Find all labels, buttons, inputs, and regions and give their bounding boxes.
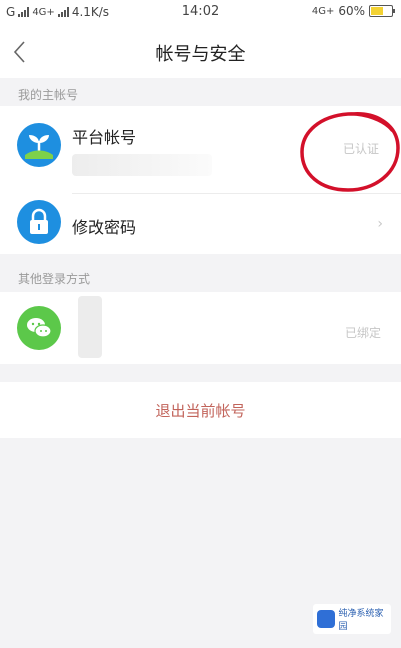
network-right-label: 4G+	[311, 5, 335, 17]
section-header-other-login: 其他登录方式	[0, 262, 401, 290]
bound-status: 已绑定	[344, 326, 381, 340]
watermark-icon	[317, 610, 335, 628]
battery-fill	[371, 7, 383, 15]
status-right: 4G+ 60%	[311, 4, 395, 18]
battery-icon	[369, 5, 395, 17]
masked-account-id	[72, 154, 212, 176]
chevron-right-icon: ›	[377, 216, 383, 232]
annotation-circle	[300, 112, 400, 192]
nav-bar: 帐号与安全	[0, 26, 401, 78]
platform-account-label: 平台帐号	[72, 128, 137, 147]
watermark-logo: 纯净系统家园	[313, 604, 391, 634]
wechat-icon	[17, 306, 61, 350]
lock-icon	[17, 200, 61, 244]
masked-wechat-name	[78, 296, 102, 358]
wechat-login-row[interactable]: 已绑定	[0, 292, 401, 364]
section-header-main-account: 我的主帐号	[0, 78, 401, 106]
battery-percent: 60%	[338, 4, 365, 18]
section-header-label: 我的主帐号	[18, 88, 79, 102]
logout-button[interactable]: 退出当前帐号	[0, 382, 401, 438]
status-bar: G 4G+ 4.1K/s 14:02 4G+ 60%	[0, 0, 401, 26]
watermark-text: 纯净系统家园	[338, 609, 384, 632]
change-password-row[interactable]: 修改密码 ›	[0, 194, 401, 254]
section-header-label: 其他登录方式	[18, 272, 91, 286]
logout-label: 退出当前帐号	[155, 402, 246, 420]
platform-logo-icon	[17, 123, 61, 167]
page-title: 帐号与安全	[155, 44, 246, 65]
change-password-label: 修改密码	[72, 218, 137, 237]
